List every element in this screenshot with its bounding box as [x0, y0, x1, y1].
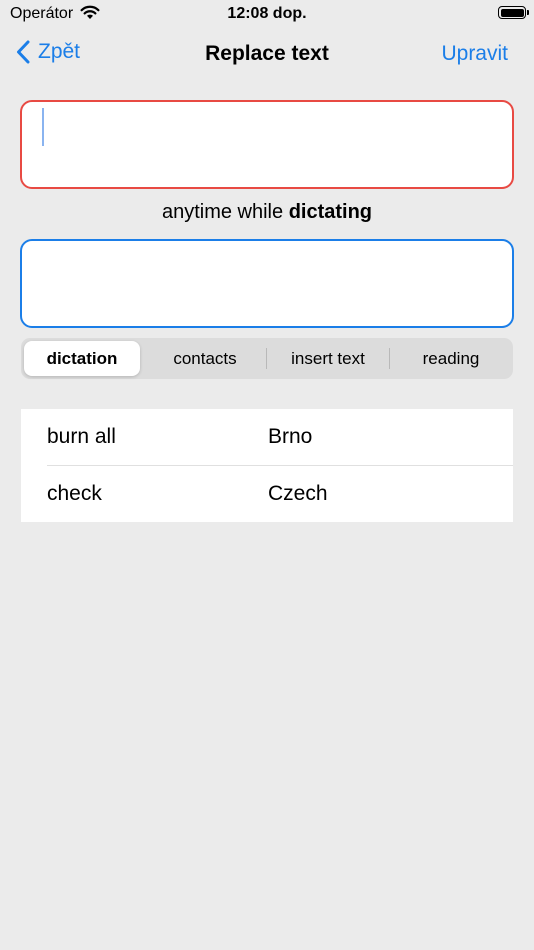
mode-caption-prefix: anytime while [161, 201, 284, 223]
segment-insert-text[interactable]: insert text [270, 341, 386, 376]
list-item[interactable]: burn all Brno [21, 409, 513, 466]
replacement-text-field[interactable] [20, 239, 514, 328]
edit-button[interactable]: Upravit [441, 42, 508, 66]
status-bar: Operátor 12:08 dop. [0, 0, 534, 30]
segment-reading[interactable]: reading [393, 341, 509, 376]
navigation-bar: Zpět Replace text Upravit [0, 30, 534, 80]
segment-divider [389, 348, 390, 369]
replacement-text-input[interactable] [34, 249, 500, 274]
status-time: 12:08 dop. [227, 5, 307, 22]
replacement-from: check [47, 482, 102, 505]
segment-contacts[interactable]: contacts [147, 341, 263, 376]
mode-caption: anytime while dictating [0, 201, 534, 224]
search-text-field[interactable] [20, 100, 514, 189]
list-item[interactable]: check Czech [21, 466, 513, 522]
mode-segmented-control: dictation contacts insert text reading [21, 338, 513, 379]
replacement-to: Brno [268, 425, 313, 448]
battery-icon [498, 6, 529, 19]
search-text-input[interactable] [34, 110, 500, 135]
replacement-from: burn all [47, 425, 116, 448]
replacements-list: burn all Brno check Czech [21, 409, 513, 522]
mode-caption-bold: dictating [288, 201, 373, 223]
segment-divider [266, 348, 267, 369]
segment-dictation[interactable]: dictation [24, 341, 140, 376]
replacement-to: Czech [268, 482, 328, 505]
